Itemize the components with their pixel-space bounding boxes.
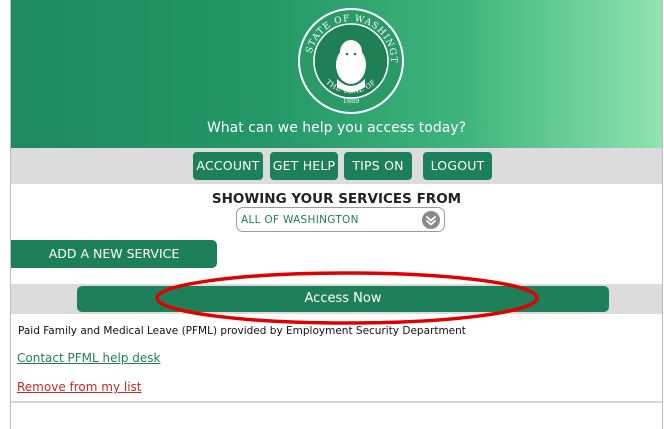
- services-heading: SHOWING YOUR SERVICES FROM: [211, 191, 462, 207]
- tips-toggle-button[interactable]: TIPS ON: [344, 152, 412, 180]
- service-description: Paid Family and Medical Leave (PFML) pro…: [18, 325, 466, 337]
- account-button[interactable]: ACCOUNT: [193, 152, 263, 180]
- get-help-button[interactable]: GET HELP: [270, 152, 338, 180]
- logout-button[interactable]: LOGOUT: [423, 152, 492, 180]
- access-now-button[interactable]: Access Now: [77, 286, 609, 312]
- contact-help-desk-link[interactable]: Contact PFML help desk: [17, 351, 160, 365]
- divider: [11, 401, 662, 403]
- location-select-value: ALL OF WASHINGTON: [241, 214, 359, 226]
- location-select[interactable]: ALL OF WASHINGTON: [236, 207, 445, 232]
- washington-seal-icon: THE STATE OF WASHINGTON THE SEAL OF 1889: [297, 7, 404, 114]
- service-card-header: Access Now: [11, 284, 662, 314]
- app-frame: THE STATE OF WASHINGTON THE SEAL OF 1889…: [10, 0, 663, 429]
- seal-year: 1889: [343, 97, 360, 105]
- hero-tagline: What can we help you access today?: [206, 120, 467, 136]
- add-service-button[interactable]: ADD A NEW SERVICE: [11, 240, 217, 268]
- chevron-down-icon[interactable]: [422, 211, 440, 229]
- nav-bar: ACCOUNT GET HELP TIPS ON LOGOUT: [11, 148, 662, 184]
- remove-from-list-link[interactable]: Remove from my list: [17, 380, 141, 394]
- hero-banner: THE STATE OF WASHINGTON THE SEAL OF 1889…: [11, 0, 662, 148]
